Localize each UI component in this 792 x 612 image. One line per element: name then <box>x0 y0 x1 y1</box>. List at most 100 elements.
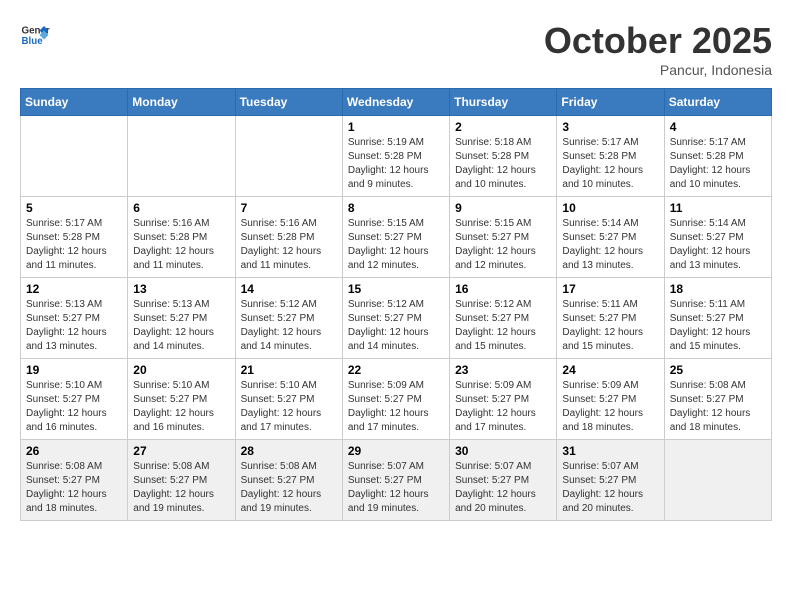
calendar-cell: 9 Sunrise: 5:15 AM Sunset: 5:27 PM Daylig… <box>450 197 557 278</box>
day-number: 17 <box>562 282 658 296</box>
calendar-cell: 3 Sunrise: 5:17 AM Sunset: 5:28 PM Daylig… <box>557 116 664 197</box>
day-info: Sunrise: 5:19 AM Sunset: 5:28 PM Dayligh… <box>348 136 444 192</box>
day-number: 15 <box>348 282 444 296</box>
calendar-cell: 7Sunrise: 5:16 AM Sunset: 5:28 PM Daylig… <box>235 197 342 278</box>
day-number: 14 <box>241 282 337 296</box>
weekday-header-wednesday: Wednesday <box>342 89 449 116</box>
calendar-cell: 21 Sunrise: 5:10 AM Sunset: 5:27 PM Dayli… <box>235 359 342 440</box>
day-number: 8 <box>348 201 444 215</box>
day-number: 25 <box>670 363 766 377</box>
calendar-cell: 22 Sunrise: 5:09 AM Sunset: 5:27 PM Dayli… <box>342 359 449 440</box>
day-number: 31 <box>562 444 658 458</box>
calendar-cell: 20 Sunrise: 5:10 AM Sunset: 5:27 PM Dayli… <box>128 359 235 440</box>
day-number: 27 <box>133 444 229 458</box>
day-info: Sunrise: 5:09 AM Sunset: 5:27 PM Dayligh… <box>562 379 658 435</box>
day-info: Sunrise: 5:08 AM Sunset: 5:27 PM Dayligh… <box>26 460 122 516</box>
day-info: Sunrise: 5:12 AM Sunset: 5:27 PM Dayligh… <box>455 298 551 354</box>
day-number: 28 <box>241 444 337 458</box>
calendar-cell: 6 Sunrise: 5:16 AM Sunset: 5:28 PM Daylig… <box>128 197 235 278</box>
calendar-cell <box>664 440 771 521</box>
day-number: 23 <box>455 363 551 377</box>
day-info: Sunrise: 5:17 AM Sunset: 5:28 PM Dayligh… <box>670 136 766 192</box>
day-number: 5 <box>26 201 122 215</box>
calendar-cell: 11Sunrise: 5:14 AM Sunset: 5:27 PM Dayli… <box>664 197 771 278</box>
location-title: Pancur, Indonesia <box>544 62 772 78</box>
calendar-cell: 13 Sunrise: 5:13 AM Sunset: 5:27 PM Dayli… <box>128 278 235 359</box>
day-info: Sunrise: 5:09 AM Sunset: 5:27 PM Dayligh… <box>348 379 444 435</box>
day-info: Sunrise: 5:09 AM Sunset: 5:27 PM Dayligh… <box>455 379 551 435</box>
calendar-cell: 18Sunrise: 5:11 AM Sunset: 5:27 PM Dayli… <box>664 278 771 359</box>
calendar-cell: 29Sunrise: 5:07 AM Sunset: 5:27 PM Dayli… <box>342 440 449 521</box>
day-number: 19 <box>26 363 122 377</box>
weekday-header-thursday: Thursday <box>450 89 557 116</box>
day-info: Sunrise: 5:17 AM Sunset: 5:28 PM Dayligh… <box>562 136 658 192</box>
day-info: Sunrise: 5:11 AM Sunset: 5:27 PM Dayligh… <box>562 298 658 354</box>
calendar-cell: 8 Sunrise: 5:15 AM Sunset: 5:27 PM Daylig… <box>342 197 449 278</box>
calendar-cell: 14 Sunrise: 5:12 AM Sunset: 5:27 PM Dayli… <box>235 278 342 359</box>
day-number: 21 <box>241 363 337 377</box>
day-info: Sunrise: 5:10 AM Sunset: 5:27 PM Dayligh… <box>26 379 122 435</box>
day-info: Sunrise: 5:12 AM Sunset: 5:27 PM Dayligh… <box>241 298 337 354</box>
calendar-cell: 5Sunrise: 5:17 AM Sunset: 5:28 PM Daylig… <box>21 197 128 278</box>
calendar-cell <box>21 116 128 197</box>
day-info: Sunrise: 5:13 AM Sunset: 5:27 PM Dayligh… <box>133 298 229 354</box>
day-number: 22 <box>348 363 444 377</box>
calendar-cell: 2Sunrise: 5:18 AM Sunset: 5:28 PM Daylig… <box>450 116 557 197</box>
day-number: 6 <box>133 201 229 215</box>
calendar-week-row: 26 Sunrise: 5:08 AM Sunset: 5:27 PM Dayli… <box>21 440 772 521</box>
day-info: Sunrise: 5:07 AM Sunset: 5:27 PM Dayligh… <box>348 460 444 516</box>
calendar-cell: 17 Sunrise: 5:11 AM Sunset: 5:27 PM Dayli… <box>557 278 664 359</box>
calendar-week-row: 5Sunrise: 5:17 AM Sunset: 5:28 PM Daylig… <box>21 197 772 278</box>
calendar-cell: 26 Sunrise: 5:08 AM Sunset: 5:27 PM Dayli… <box>21 440 128 521</box>
weekday-header-friday: Friday <box>557 89 664 116</box>
day-number: 24 <box>562 363 658 377</box>
calendar-week-row: 12 Sunrise: 5:13 AM Sunset: 5:27 PM Dayli… <box>21 278 772 359</box>
calendar-cell: 4Sunrise: 5:17 AM Sunset: 5:28 PM Daylig… <box>664 116 771 197</box>
day-info: Sunrise: 5:08 AM Sunset: 5:27 PM Dayligh… <box>133 460 229 516</box>
day-number: 30 <box>455 444 551 458</box>
title-area: October 2025 Pancur, Indonesia <box>544 20 772 78</box>
day-number: 20 <box>133 363 229 377</box>
calendar-cell: 24 Sunrise: 5:09 AM Sunset: 5:27 PM Dayli… <box>557 359 664 440</box>
weekday-header-tuesday: Tuesday <box>235 89 342 116</box>
day-number: 7 <box>241 201 337 215</box>
calendar-cell: 28 Sunrise: 5:08 AM Sunset: 5:27 PM Dayli… <box>235 440 342 521</box>
day-number: 9 <box>455 201 551 215</box>
day-number: 13 <box>133 282 229 296</box>
day-info: Sunrise: 5:08 AM Sunset: 5:27 PM Dayligh… <box>241 460 337 516</box>
calendar-cell: 15 Sunrise: 5:12 AM Sunset: 5:27 PM Dayli… <box>342 278 449 359</box>
weekday-header-saturday: Saturday <box>664 89 771 116</box>
day-info: Sunrise: 5:07 AM Sunset: 5:27 PM Dayligh… <box>562 460 658 516</box>
day-info: Sunrise: 5:14 AM Sunset: 5:27 PM Dayligh… <box>562 217 658 273</box>
calendar-cell <box>235 116 342 197</box>
calendar-week-row: 1 Sunrise: 5:19 AM Sunset: 5:28 PM Daylig… <box>21 116 772 197</box>
day-number: 10 <box>562 201 658 215</box>
day-info: Sunrise: 5:08 AM Sunset: 5:27 PM Dayligh… <box>670 379 766 435</box>
day-number: 1 <box>348 120 444 134</box>
day-info: Sunrise: 5:10 AM Sunset: 5:27 PM Dayligh… <box>133 379 229 435</box>
day-info: Sunrise: 5:07 AM Sunset: 5:27 PM Dayligh… <box>455 460 551 516</box>
day-number: 16 <box>455 282 551 296</box>
page-header: General Blue October 2025 Pancur, Indone… <box>20 20 772 78</box>
day-info: Sunrise: 5:15 AM Sunset: 5:27 PM Dayligh… <box>348 217 444 273</box>
day-number: 26 <box>26 444 122 458</box>
calendar-cell <box>128 116 235 197</box>
calendar-week-row: 19 Sunrise: 5:10 AM Sunset: 5:27 PM Dayli… <box>21 359 772 440</box>
weekday-header-row: SundayMondayTuesdayWednesdayThursdayFrid… <box>21 89 772 116</box>
day-number: 12 <box>26 282 122 296</box>
calendar-cell: 19 Sunrise: 5:10 AM Sunset: 5:27 PM Dayli… <box>21 359 128 440</box>
logo-icon: General Blue <box>20 20 50 50</box>
calendar-cell: 23 Sunrise: 5:09 AM Sunset: 5:27 PM Dayli… <box>450 359 557 440</box>
day-info: Sunrise: 5:14 AM Sunset: 5:27 PM Dayligh… <box>670 217 766 273</box>
svg-text:Blue: Blue <box>22 36 44 47</box>
day-info: Sunrise: 5:12 AM Sunset: 5:27 PM Dayligh… <box>348 298 444 354</box>
logo: General Blue <box>20 20 50 50</box>
day-info: Sunrise: 5:10 AM Sunset: 5:27 PM Dayligh… <box>241 379 337 435</box>
calendar-cell: 16 Sunrise: 5:12 AM Sunset: 5:27 PM Dayli… <box>450 278 557 359</box>
day-info: Sunrise: 5:15 AM Sunset: 5:27 PM Dayligh… <box>455 217 551 273</box>
day-info: Sunrise: 5:16 AM Sunset: 5:28 PM Dayligh… <box>133 217 229 273</box>
day-number: 3 <box>562 120 658 134</box>
weekday-header-monday: Monday <box>128 89 235 116</box>
calendar-cell: 12Sunrise: 5:13 AM Sunset: 5:27 PM Dayli… <box>21 278 128 359</box>
day-info: Sunrise: 5:18 AM Sunset: 5:28 PM Dayligh… <box>455 136 551 192</box>
